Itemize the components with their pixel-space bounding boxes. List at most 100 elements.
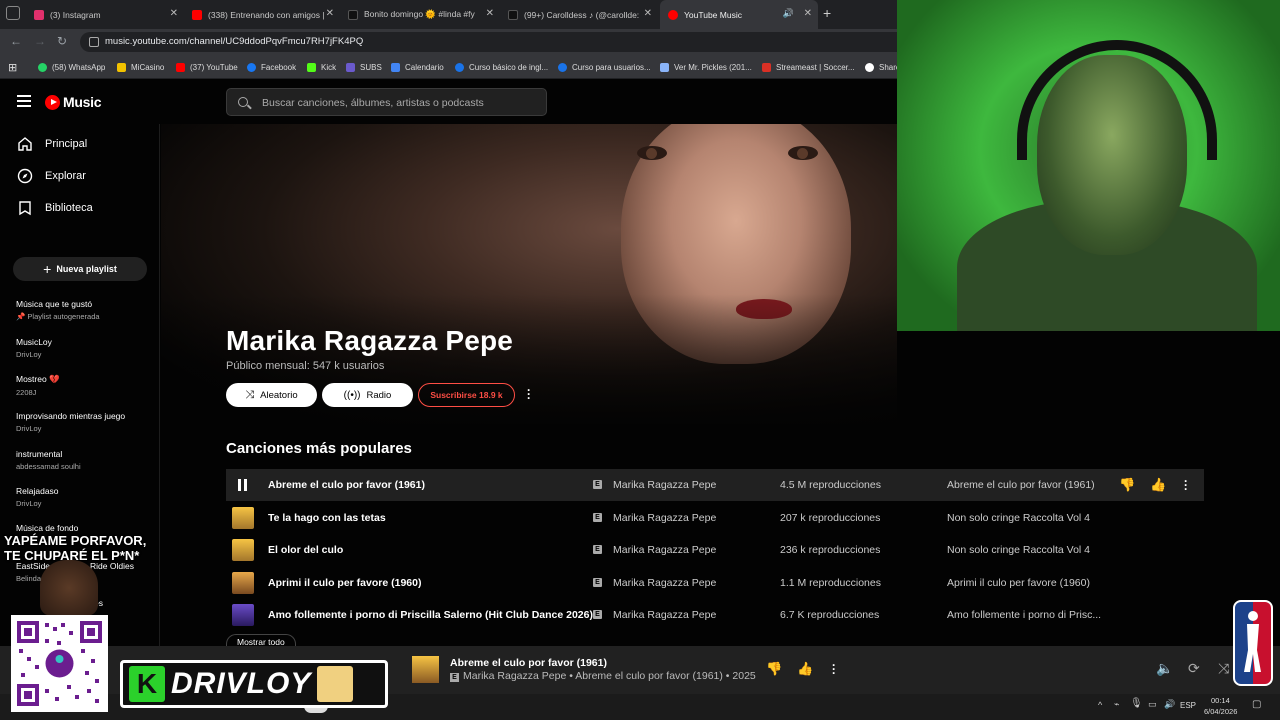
forward-icon[interactable]: → — [34, 34, 46, 48]
repeat-icon[interactable]: ⟳ — [1188, 660, 1200, 677]
new-tab-icon[interactable]: + — [823, 5, 831, 21]
bookmark-kick[interactable]: Kick — [307, 55, 336, 79]
song-menu-icon[interactable]: · · · — [1184, 475, 1188, 495]
dislike-icon[interactable]: 👎 — [1119, 477, 1135, 493]
ytmusic-logo[interactable]: Music — [45, 94, 101, 110]
tab-search-icon[interactable] — [6, 6, 20, 20]
more-options-icon[interactable]: · · · — [527, 384, 531, 404]
bookmark-subs[interactable]: SUBS — [346, 55, 382, 79]
now-playing-title[interactable]: Abreme el culo por favor (1961) — [450, 657, 607, 669]
audio-playing-icon[interactable]: 🔊 — [783, 8, 794, 19]
overlay-person-image — [40, 560, 98, 616]
new-playlist-button[interactable]: + Nueva playlist — [13, 257, 147, 281]
language-indicator[interactable]: ESP — [1180, 701, 1196, 710]
notifications-icon[interactable]: ▢ — [1252, 699, 1261, 710]
eye-shape — [788, 146, 818, 160]
player-menu-icon[interactable]: · · · — [832, 659, 836, 679]
display-icon[interactable]: ▭ — [1148, 699, 1157, 710]
monthly-listeners: Público mensual: 547 k usuarios — [226, 360, 385, 372]
playlist-item[interactable]: MusicLoy DrivLoy — [16, 337, 156, 359]
playlist-item[interactable]: instrumental abdessamad soulhi — [16, 449, 156, 471]
song-row[interactable]: El olor del culo E Marika Ragazza Pepe 2… — [226, 534, 1204, 566]
url-field[interactable]: music.youtube.com/channel/UC9ddodPqvFmcu… — [80, 32, 920, 52]
tab-youtube-video[interactable]: (338) Entrenando con amigos | ✕ — [184, 0, 340, 29]
explicit-icon: E — [450, 673, 459, 682]
like-icon[interactable]: 👍 — [1150, 477, 1166, 493]
close-tab-icon[interactable]: ✕ — [170, 8, 178, 19]
popular-songs-heading: Canciones más populares — [226, 440, 412, 457]
playlist-item[interactable]: és — [94, 598, 159, 608]
site-info-icon[interactable] — [89, 37, 99, 47]
now-playing-thumbnail[interactable] — [412, 656, 439, 683]
like-icon[interactable]: 👍 — [797, 661, 813, 677]
tray-chevron-icon[interactable]: ^ — [1098, 700, 1102, 710]
radio-button[interactable]: ((•)) Radio — [322, 383, 413, 407]
subscribe-button[interactable]: Suscribirse 18.9 k — [418, 383, 515, 407]
playlist-item[interactable]: Improvisando mientras juego DrivLoy — [16, 411, 156, 433]
tab-instagram[interactable]: (3) Instagram ✕ — [26, 0, 184, 29]
reload-icon[interactable]: ↻ — [57, 34, 67, 48]
clock-time[interactable]: 00:14 — [1211, 696, 1230, 705]
song-row[interactable]: Abreme el culo por favor (1961) E Marika… — [226, 469, 1204, 501]
pause-icon[interactable] — [238, 479, 248, 491]
tab-tiktok-2[interactable]: (99+) Carolldess ♪ (@carollde: ✕ — [500, 0, 658, 29]
playlist-item[interactable]: Música de fondo — [16, 523, 156, 533]
song-thumbnail — [232, 604, 254, 626]
bookmark-curso-usuarios[interactable]: Curso para usuarios... — [558, 55, 651, 79]
microphone-icon[interactable]: 🎙 — [1130, 698, 1143, 709]
clock-date[interactable]: 6/04/2026 — [1204, 707, 1237, 716]
tab-youtube-music[interactable]: YouTube Music 🔊 ✕ — [660, 0, 818, 29]
qr-pattern — [15, 619, 104, 708]
nba-logo-icon — [1233, 600, 1273, 686]
search-input[interactable]: Buscar canciones, álbumes, artistas o po… — [226, 88, 547, 116]
sidebar-item-biblioteca[interactable]: Biblioteca — [0, 192, 159, 224]
shuffle-icon: ⤨ — [245, 388, 255, 401]
bookmark-micasino[interactable]: MiCasino — [117, 55, 164, 79]
dislike-icon[interactable]: 👎 — [766, 661, 782, 677]
back-icon[interactable]: ← — [10, 34, 22, 48]
bookmark-calendario[interactable]: Calendario — [391, 55, 444, 79]
tab-tiktok-1[interactable]: Bonito domingo 🌞 #linda #fy ✕ — [340, 0, 500, 29]
bookmark-share[interactable]: Share — [865, 55, 900, 79]
tiktok-icon — [348, 9, 358, 20]
close-tab-icon[interactable]: ✕ — [644, 8, 652, 19]
artist-name: Marika Ragazza Pepe — [226, 325, 514, 356]
speaker-icon[interactable]: 🔊 — [1164, 699, 1175, 710]
playlist-item[interactable]: Música que te gustó 📌 Playlist autogener… — [16, 299, 156, 321]
streamer-webcam — [897, 0, 1280, 331]
now-playing-subtitle[interactable]: E Marika Ragazza Pepe • Abreme el culo po… — [450, 670, 756, 682]
shuffle-button[interactable]: ⤨ Aleatorio — [226, 383, 317, 407]
bookmark-facebook[interactable]: Facebook — [247, 55, 296, 79]
streamer-brand-banner: K DRIVLOY — [120, 660, 388, 708]
explicit-icon: E — [593, 578, 602, 587]
explicit-icon: E — [593, 610, 602, 619]
brand-avatar — [317, 666, 354, 702]
song-row[interactable]: Aprimi il culo per favore (1960) E Marik… — [226, 567, 1204, 599]
search-icon — [238, 97, 248, 107]
hamburger-menu-icon[interactable] — [17, 95, 31, 107]
volume-icon[interactable]: 🔈 — [1156, 660, 1173, 677]
bookmark-curso-ingles[interactable]: Curso básico de ingl... — [455, 55, 548, 79]
explicit-icon: E — [593, 545, 602, 554]
sidebar-item-explorar[interactable]: Explorar — [0, 160, 159, 192]
song-row[interactable]: Te la hago con las tetas E Marika Ragazz… — [226, 502, 1204, 534]
apps-grid-icon[interactable]: ⊞ — [8, 55, 17, 79]
stream-overlay-text: YAPÉAME PORFAVOR, TE CHUPARÉ EL P*N* — [4, 533, 147, 563]
bookmark-mr-pickles[interactable]: Ver Mr. Pickles (201... — [660, 55, 752, 79]
song-row[interactable]: Amo follemente i porno di Priscilla Sale… — [226, 599, 1204, 631]
sidebar-item-principal[interactable]: Principal — [0, 128, 159, 160]
bookmark-youtube[interactable]: (37) YouTube — [176, 55, 238, 79]
close-tab-icon[interactable]: ✕ — [804, 8, 812, 19]
ytmusic-header: Music Buscar canciones, álbumes, artista… — [0, 80, 897, 124]
playlist-item[interactable]: Mostreo 💔 2208J — [16, 374, 156, 397]
close-tab-icon[interactable]: ✕ — [326, 8, 334, 19]
network-icon[interactable]: ⌁ — [1114, 699, 1119, 710]
playlist-item[interactable]: Relajadaso DrivLoy — [16, 486, 156, 508]
play-logo-icon — [45, 94, 60, 110]
bookmark-streameast[interactable]: Streameast | Soccer... — [762, 55, 855, 79]
bookmark-whatsapp[interactable]: (58) WhatsApp — [38, 55, 105, 79]
shuffle-icon[interactable]: ⤨ — [1218, 660, 1229, 677]
close-tab-icon[interactable]: ✕ — [486, 8, 494, 19]
library-icon — [19, 201, 31, 216]
song-thumbnail — [232, 572, 254, 594]
